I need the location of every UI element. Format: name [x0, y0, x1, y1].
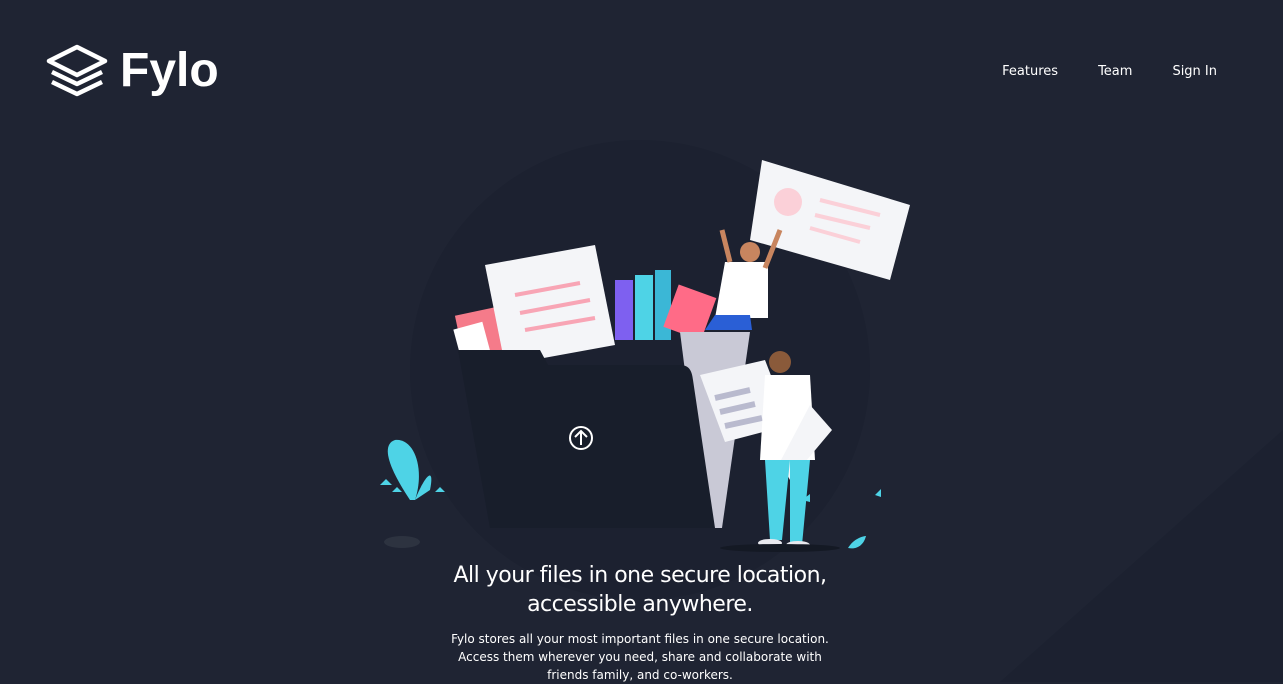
hero-title: All your files in one secure location, a… — [340, 561, 940, 619]
nav-link-features[interactable]: Features — [1002, 64, 1058, 79]
brand-name: Fylo — [120, 44, 219, 97]
hero-illustration — [380, 160, 910, 552]
hero-title-line1: All your files in one secure location, — [453, 563, 827, 588]
brand-logo-link[interactable]: Fylo — [46, 44, 219, 98]
nav-link-team[interactable]: Team — [1098, 64, 1132, 79]
nav-link-sign-in[interactable]: Sign In — [1172, 64, 1217, 79]
hero-desc-line1: Fylo stores all your most important file… — [451, 632, 829, 646]
person-holding-card — [705, 160, 910, 330]
hero-description: Fylo stores all your most important file… — [440, 630, 840, 684]
main-nav: Features Team Sign In — [962, 64, 1217, 79]
stacked-layers-icon — [46, 44, 108, 97]
site-header: Fylo Features Team Sign In — [0, 0, 1283, 140]
folder-front — [458, 350, 715, 528]
hero-desc-line3: friends family, and co-workers. — [547, 668, 733, 682]
hero-title-line2: accessible anywhere. — [527, 592, 753, 617]
hero-desc-line2: Access them wherever you need, share and… — [458, 650, 822, 664]
